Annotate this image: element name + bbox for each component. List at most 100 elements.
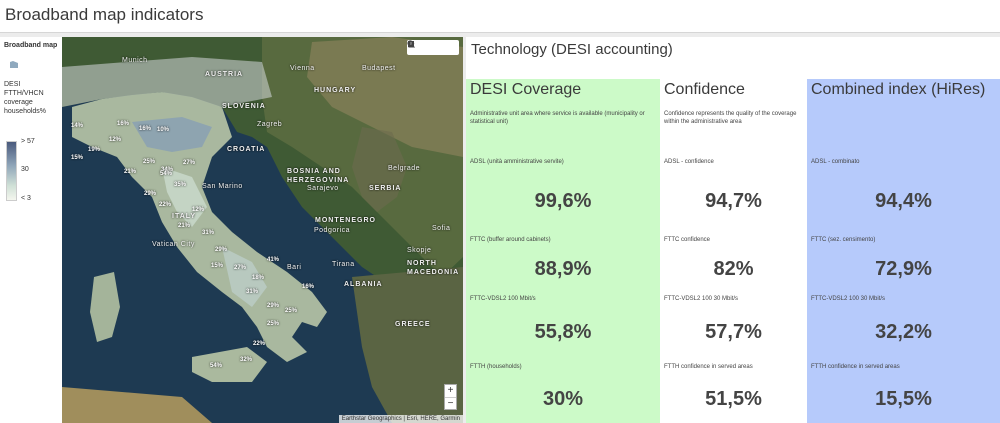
map-city-san-marino: San Marino bbox=[202, 183, 243, 190]
legend-min-label: < 3 bbox=[21, 195, 31, 202]
map-percent-label: 15% bbox=[71, 155, 84, 161]
metric-value: 72,9% bbox=[875, 258, 932, 280]
map-attribution[interactable]: Earthstar Geographics | Esri, HERE, Garm… bbox=[338, 415, 463, 423]
metric-label: FTTC-VDSL2 100 30 Mbit/s bbox=[811, 296, 886, 302]
metric-label: ADSL - combinato bbox=[811, 159, 860, 165]
metric-label: FTTC (buffer around cabinets) bbox=[470, 237, 551, 243]
metric-label: ADSL (unità amministrative servite) bbox=[470, 159, 564, 165]
metric-label: ADSL - confidence bbox=[664, 159, 714, 165]
legend-color-ramp bbox=[6, 141, 17, 201]
indicator-panel: Technology (DESI accounting) DESI Covera… bbox=[466, 37, 1000, 423]
map-city-sofia: Sofia bbox=[432, 225, 451, 232]
map-percent-label: 12% bbox=[109, 137, 122, 143]
map-label-serbia: SERBIA bbox=[369, 185, 402, 192]
metric-value: 88,9% bbox=[534, 258, 592, 280]
metric-value: 32,2% bbox=[875, 321, 932, 343]
map-percent-label: 21% bbox=[124, 169, 137, 175]
map-label-north-macedonia: NORTH MACEDONIA bbox=[407, 260, 460, 276]
metric-value: 99,6% bbox=[534, 190, 592, 212]
panel-title: Technology (DESI accounting) bbox=[471, 41, 673, 58]
legend-layer-icon bbox=[10, 61, 18, 68]
map-city-zagreb: Zagreb bbox=[257, 121, 283, 128]
map-percent-label: 29% bbox=[215, 247, 228, 253]
column-heading: Combined index (HiRes) bbox=[811, 81, 986, 98]
map-percent-label: 41% bbox=[267, 257, 280, 263]
map-legend: Broadband map DESI FTTH/VHCN coverage ho… bbox=[0, 37, 62, 423]
metric-value: 51,5% bbox=[705, 388, 762, 410]
satellite-basemap bbox=[62, 37, 463, 423]
zoom-controls: + − bbox=[444, 384, 457, 410]
map-city-budapest: Budapest bbox=[362, 65, 396, 72]
map-percent-label: 35% bbox=[174, 182, 187, 188]
map-percent-label: 27% bbox=[234, 265, 247, 271]
map-percent-label: 31% bbox=[202, 230, 215, 236]
metric-label: FTTC-VDSL2 100 30 Mbit/s bbox=[664, 296, 739, 302]
map-label-hungary: HUNGARY bbox=[314, 87, 357, 94]
metric-value: 82% bbox=[713, 258, 754, 280]
legend-mid-label: 30 bbox=[21, 166, 29, 173]
column-confidence: Confidence Confidence represents the qua… bbox=[660, 79, 807, 423]
map-percent-label: 19% bbox=[88, 147, 101, 153]
map-percent-label: 16% bbox=[117, 121, 130, 127]
metric-label: FTTH (households) bbox=[470, 364, 522, 370]
map-percent-label: 31% bbox=[246, 289, 259, 295]
map-view[interactable]: AUSTRIA HUNGARY SLOVENIA CROATIA BOSNIA … bbox=[62, 37, 463, 423]
map-percent-label: 21% bbox=[178, 223, 191, 229]
map-percent-label: 22% bbox=[253, 341, 266, 347]
zoom-in-button[interactable]: + bbox=[445, 385, 456, 397]
map-city-bari: Bari bbox=[287, 264, 302, 271]
map-label-italy: ITALY bbox=[172, 213, 197, 220]
grid-icon[interactable] bbox=[408, 40, 459, 55]
map-percent-label: 25% bbox=[285, 308, 298, 314]
map-percent-label: 10% bbox=[157, 127, 170, 133]
map-label-austria: AUSTRIA bbox=[205, 71, 244, 78]
legend-field: DESI FTTH/VHCN coverage households% bbox=[4, 81, 47, 115]
list-icon[interactable] bbox=[408, 40, 446, 55]
app-header: Broadband map indicators bbox=[0, 0, 1000, 33]
home-icon[interactable] bbox=[407, 40, 433, 55]
page-title: Broadband map indicators bbox=[5, 5, 204, 24]
metric-value: 94,7% bbox=[705, 190, 762, 212]
map-percent-label: 22% bbox=[159, 202, 172, 208]
metric-value: 15,5% bbox=[875, 388, 932, 410]
map-toolbar bbox=[407, 40, 459, 55]
metric-label: FTTH confidence in served areas bbox=[664, 364, 753, 370]
zoom-out-button[interactable]: − bbox=[445, 397, 456, 409]
map-label-croatia: CROATIA bbox=[227, 146, 266, 153]
map-percent-label: 15% bbox=[211, 263, 224, 269]
map-city-tirana: Tirana bbox=[332, 261, 355, 268]
metric-value: 55,8% bbox=[534, 321, 592, 343]
map-city-podgorica: Podgorica bbox=[314, 227, 351, 234]
map-percent-label: 25% bbox=[143, 159, 156, 165]
column-desi-coverage: DESI Coverage Administrative unit area w… bbox=[466, 79, 660, 423]
map-label-slovenia: SLOVENIA bbox=[222, 103, 266, 110]
map-percent-label: 18% bbox=[252, 275, 265, 281]
map-percent-label: 54% bbox=[210, 363, 223, 369]
metric-label: FTTC confidence bbox=[664, 237, 711, 243]
map-label-bosnia: BOSNIA AND HERZEGOVINA bbox=[287, 168, 350, 184]
metric-value: 57,7% bbox=[705, 321, 762, 343]
metric-label: FTTC-VDSL2 100 Mbit/s bbox=[470, 296, 536, 302]
map-city-vienna: Vienna bbox=[290, 65, 315, 72]
map-percent-label: 25% bbox=[267, 321, 280, 327]
map-city-munich: Munich bbox=[122, 57, 148, 64]
column-description: Administrative unit area where service i… bbox=[470, 111, 645, 125]
map-percent-label: 54% bbox=[160, 171, 173, 177]
map-percent-label: 32% bbox=[240, 357, 253, 363]
map-label-montenegro: MONTENEGRO bbox=[315, 217, 376, 224]
map-city-skopje: Skopje bbox=[407, 247, 432, 254]
map-city-sarajevo: Sarajevo bbox=[307, 185, 339, 192]
column-heading: DESI Coverage bbox=[470, 81, 582, 98]
map-percent-label: 14% bbox=[71, 123, 84, 129]
map-percent-label: 12% bbox=[192, 207, 205, 213]
map-percent-label: 27% bbox=[183, 160, 196, 166]
metric-label: FTTC (sez. censimento) bbox=[811, 237, 876, 243]
map-percent-label: 16% bbox=[302, 284, 315, 290]
column-combined-index: Combined index (HiRes) ADSL - combinato … bbox=[807, 79, 1000, 423]
map-city-vatican: Vatican City bbox=[152, 241, 195, 248]
map-city-belgrade: Belgrade bbox=[388, 165, 421, 172]
metric-value: 94,4% bbox=[875, 190, 932, 212]
metric-label: FTTH confidence in served areas bbox=[811, 364, 900, 370]
column-description: Confidence represents the quality of the… bbox=[664, 111, 797, 125]
map-percent-label: 29% bbox=[144, 191, 157, 197]
